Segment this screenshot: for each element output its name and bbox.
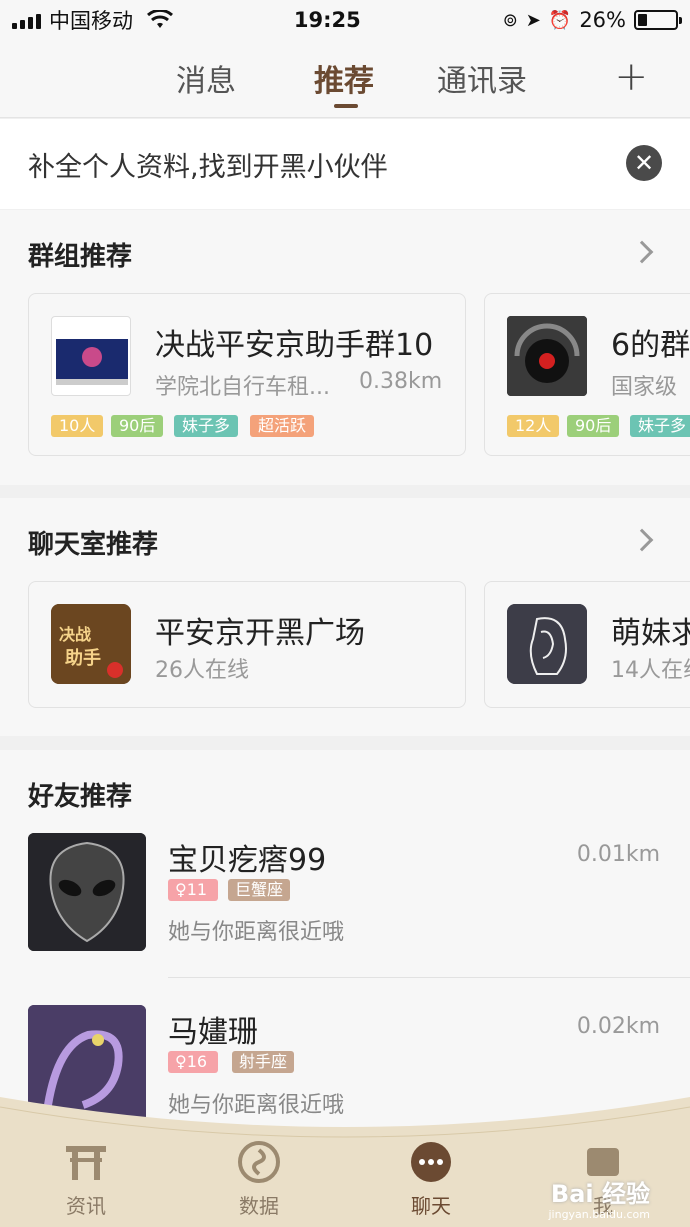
group-location: 学院北自行车租... bbox=[155, 375, 330, 400]
girl-silhouette-image bbox=[507, 604, 587, 684]
tag-age: 90后 bbox=[567, 415, 620, 437]
zodiac-badge: 巨蟹座 bbox=[228, 879, 291, 901]
tag-girls: 妹子多 bbox=[174, 415, 239, 437]
video-thumbnail-image bbox=[56, 339, 128, 385]
chatroom-section: 聊天室推荐 决战 助手 平安京开黑广场 26人在线 萌妹求 14人在线 bbox=[0, 498, 690, 736]
age-badge: ♀16 bbox=[168, 1051, 218, 1073]
chatroom-name: 平安京开黑广场 bbox=[155, 616, 365, 651]
battery-icon bbox=[634, 10, 682, 30]
tab-messages[interactable]: 消息 bbox=[176, 56, 236, 100]
friend-distance: 0.02km bbox=[576, 1014, 660, 1039]
nav-label: 聊天 bbox=[411, 1194, 451, 1218]
gate-icon bbox=[66, 1146, 106, 1180]
group-location: 国家级 bbox=[611, 375, 678, 400]
nav-label: 资讯 bbox=[66, 1194, 106, 1218]
tag-age: 90后 bbox=[111, 415, 164, 437]
tab-contacts[interactable]: 通讯录 bbox=[437, 56, 527, 100]
game-logo-image: 决战 助手 bbox=[51, 604, 131, 684]
group-name: 6的群 bbox=[611, 328, 690, 363]
swirl-icon bbox=[238, 1141, 280, 1183]
chatroom-thumbnail: 决战 助手 bbox=[51, 604, 131, 684]
profile-banner[interactable]: 补全个人资料,找到开黑小伙伴 ✕ bbox=[0, 119, 690, 209]
signal-icon bbox=[12, 11, 41, 29]
age-badge: ♀11 bbox=[168, 879, 218, 901]
group-card[interactable]: 决战平安京助手群10 学院北自行车租... 0.38km 10人 90后 妹子多… bbox=[28, 293, 466, 456]
nav-news[interactable]: 资讯 bbox=[36, 1140, 136, 1219]
tab-recommend[interactable]: 推荐 bbox=[314, 56, 374, 100]
chatroom-online: 26人在线 bbox=[155, 658, 249, 683]
chatroom-online: 14人在线 bbox=[611, 658, 690, 683]
svg-text:助手: 助手 bbox=[65, 647, 101, 669]
female-icon: ♀ bbox=[175, 880, 187, 899]
nav-chat[interactable]: 聊天 bbox=[381, 1140, 481, 1219]
top-navigation: 消息 推荐 通讯录 + bbox=[0, 40, 690, 118]
bottom-navigation: 资讯 数据 聊天 我 Bai 经验 jingyan.baidu.com bbox=[0, 1097, 690, 1227]
tag-members: 10人 bbox=[51, 415, 104, 437]
group-name: 决战平安京助手群10 bbox=[155, 328, 434, 363]
age-value: 16 bbox=[186, 1052, 208, 1071]
group-card[interactable]: 6的群 国家级 12人 90后 妹子多 bbox=[484, 293, 690, 456]
chatroom-name: 萌妹求 bbox=[611, 616, 690, 651]
tag-members: 12人 bbox=[507, 415, 560, 437]
group-thumbnail bbox=[51, 316, 131, 396]
friend-name: 宝贝疙瘩99 bbox=[168, 843, 327, 878]
battery-percent: 26% bbox=[579, 8, 626, 32]
group-section: 群组推荐 决战平安京助手群10 学院北自行车租... 0.38km 10人 90… bbox=[0, 210, 690, 485]
banner-text: 补全个人资料,找到开黑小伙伴 bbox=[28, 151, 388, 183]
close-icon[interactable]: ✕ bbox=[626, 145, 662, 181]
section-title-friends: 好友推荐 bbox=[28, 782, 133, 812]
divider bbox=[168, 977, 690, 978]
location-icon: ➤ bbox=[525, 9, 541, 31]
alien-avatar-image bbox=[28, 833, 146, 951]
chevron-right-icon[interactable] bbox=[630, 528, 654, 552]
chatroom-card[interactable]: 萌妹求 14人在线 bbox=[484, 581, 690, 708]
headphones-image bbox=[507, 316, 587, 396]
rotation-lock-icon: ⊚ bbox=[502, 9, 518, 31]
carrier-label: 中国移动 bbox=[49, 9, 133, 33]
nav-data[interactable]: 数据 bbox=[209, 1140, 309, 1219]
group-distance: 0.38km bbox=[359, 369, 443, 394]
friend-distance: 0.01km bbox=[576, 842, 660, 867]
nav-label: 数据 bbox=[239, 1194, 279, 1218]
section-title-chatrooms: 聊天室推荐 bbox=[28, 530, 159, 560]
avatar bbox=[28, 833, 146, 951]
female-icon: ♀ bbox=[175, 1052, 187, 1071]
watermark-url: jingyan.baidu.com bbox=[548, 1208, 650, 1221]
friend-note: 她与你距离很近哦 bbox=[168, 920, 345, 945]
group-thumbnail bbox=[507, 316, 587, 396]
chat-icon bbox=[411, 1142, 451, 1182]
tag-active: 超活跃 bbox=[250, 415, 315, 437]
alarm-icon: ⏰ bbox=[548, 9, 572, 31]
chatroom-thumbnail bbox=[507, 604, 587, 684]
chatroom-card[interactable]: 决战 助手 平安京开黑广场 26人在线 bbox=[28, 581, 466, 708]
clock: 19:25 bbox=[293, 8, 361, 32]
age-value: 11 bbox=[186, 880, 208, 899]
active-tab-indicator bbox=[334, 104, 358, 108]
zodiac-badge: 射手座 bbox=[232, 1051, 295, 1073]
status-bar: 中国移动 19:25 ⊚ ➤ ⏰ 26% bbox=[0, 0, 690, 40]
section-title-groups: 群组推荐 bbox=[28, 242, 133, 272]
tag-girls: 妹子多 bbox=[630, 415, 690, 437]
friend-name: 马嫿珊 bbox=[168, 1015, 258, 1050]
add-icon[interactable]: + bbox=[614, 54, 648, 100]
watermark: Bai 经验 bbox=[550, 1180, 650, 1208]
svg-text:决战: 决战 bbox=[59, 625, 91, 644]
chevron-right-icon[interactable] bbox=[630, 240, 654, 264]
